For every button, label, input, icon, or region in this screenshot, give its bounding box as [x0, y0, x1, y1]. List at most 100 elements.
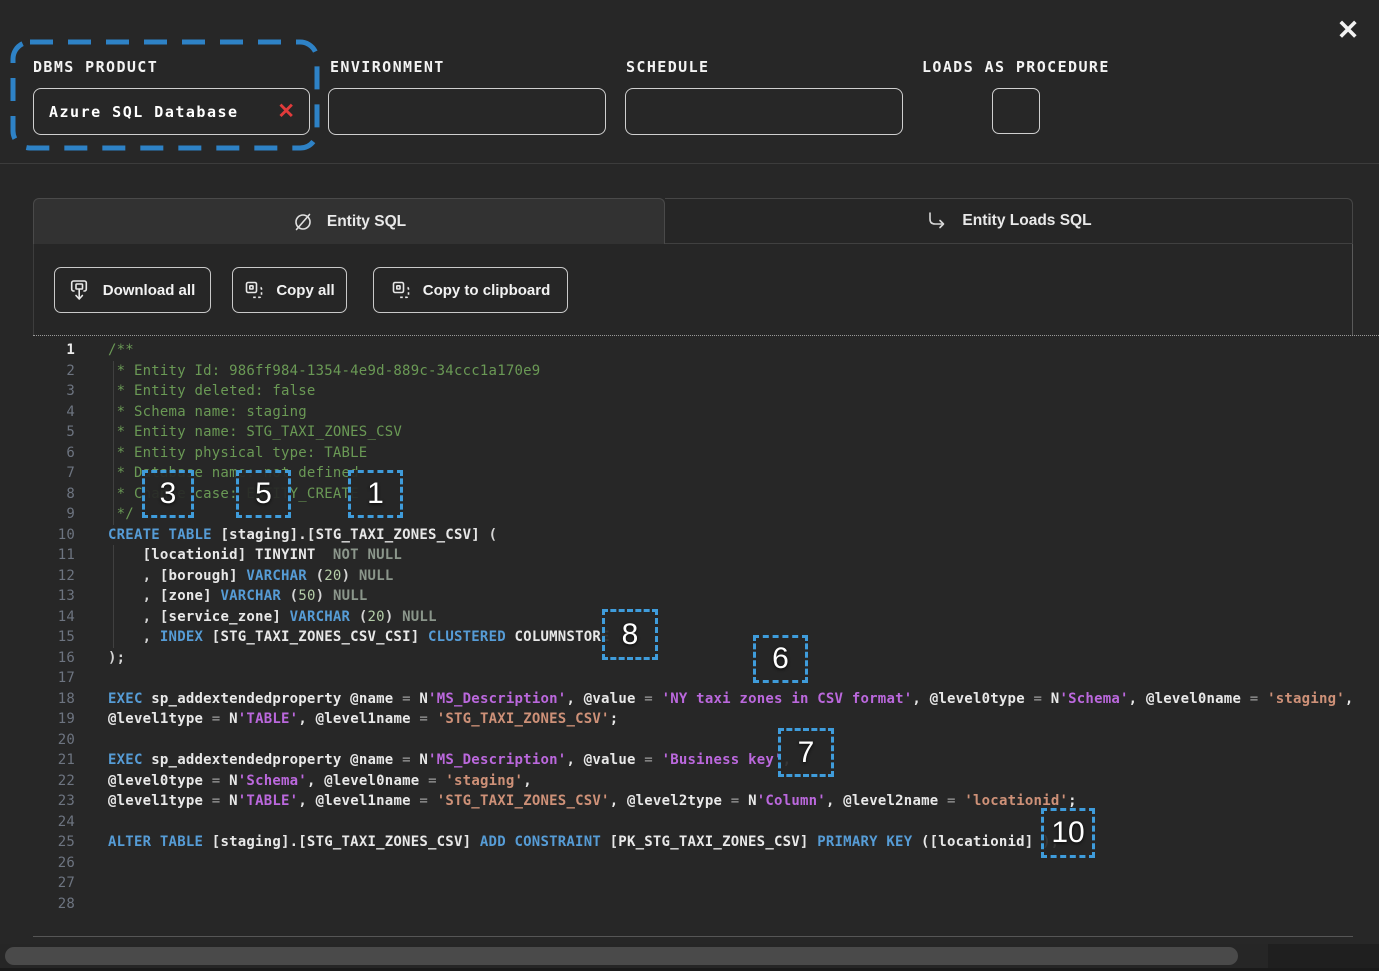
line-number: 5 — [33, 422, 75, 443]
entity-loads-sql-icon — [925, 210, 949, 232]
code-line: 4 * Schema name: staging — [33, 402, 1353, 423]
code-line: 6 * Entity physical type: TABLE — [33, 443, 1353, 464]
code-line: 16); — [33, 648, 1353, 669]
environment-field: ENVIRONMENT — [330, 58, 445, 76]
entity-sql-icon — [292, 211, 314, 233]
code-line: 17 — [33, 668, 1353, 689]
indent-guide — [113, 463, 114, 484]
clear-icon[interactable]: ✕ — [277, 101, 295, 122]
line-number: 28 — [33, 894, 75, 915]
header-divider — [0, 163, 1379, 164]
code-line: 28 — [33, 894, 1353, 915]
line-number: 22 — [33, 771, 75, 792]
download-all-label: Download all — [103, 282, 196, 299]
scrollbar-corner — [1268, 944, 1379, 968]
indent-guide — [113, 443, 114, 464]
code-line: 14 , [service_zone] VARCHAR (20) NULL — [33, 607, 1353, 628]
loads-as-procedure-field: LOADS AS PROCEDURE — [922, 58, 1110, 76]
close-icon[interactable]: ✕ — [1328, 10, 1368, 50]
code-editor[interactable]: 1/**2 * Entity Id: 986ff984-1354-4e9d-88… — [33, 336, 1353, 937]
line-number: 12 — [33, 566, 75, 587]
indent-guide — [113, 607, 114, 628]
copy-to-clipboard-label: Copy to clipboard — [423, 282, 551, 299]
code-line: 18EXEC sp_addextendedproperty @name = N'… — [33, 689, 1353, 710]
code-line: 27 — [33, 873, 1353, 894]
code-line: 5 * Entity name: STG_TAXI_ZONES_CSV — [33, 422, 1353, 443]
code-line: 10CREATE TABLE [staging].[STG_TAXI_ZONES… — [33, 525, 1353, 546]
indent-guide — [113, 361, 114, 382]
line-number: 9 — [33, 504, 75, 525]
line-number: 14 — [33, 607, 75, 628]
line-number: 18 — [33, 689, 75, 710]
line-number: 6 — [33, 443, 75, 464]
indent-guide — [113, 402, 114, 423]
code-line: 21EXEC sp_addextendedproperty @name = N'… — [33, 750, 1353, 771]
download-icon — [70, 279, 91, 302]
line-number: 10 — [33, 525, 75, 546]
code-line: 20 — [33, 730, 1353, 751]
code-line: 12 , [borough] VARCHAR (20) NULL — [33, 566, 1353, 587]
indent-guide — [113, 422, 114, 443]
indent-guide — [113, 484, 114, 505]
line-number: 4 — [33, 402, 75, 423]
editor-toolbar: Download all Copy all Copy to clipboar — [33, 244, 1353, 335]
code-line: 19@level1type = N'TABLE', @level1name = … — [33, 709, 1353, 730]
code-line: 26 — [33, 853, 1353, 874]
loads-as-procedure-label: LOADS AS PROCEDURE — [922, 58, 1110, 76]
code-line: 8 * Change case: ENTITY_CREATE — [33, 484, 1353, 505]
indent-guide — [113, 627, 114, 648]
dbms-product-input[interactable]: Azure SQL Database ✕ — [33, 88, 310, 135]
code-line: 15 , INDEX [STG_TAXI_ZONES_CSV_CSI] CLUS… — [33, 627, 1353, 648]
environment-input[interactable] — [328, 88, 606, 135]
tab-entity-sql[interactable]: Entity SQL — [33, 198, 665, 244]
line-number: 24 — [33, 812, 75, 833]
tab-entity-sql-label: Entity SQL — [327, 213, 406, 231]
copy-to-clipboard-button[interactable]: Copy to clipboard — [373, 267, 568, 313]
indent-guide — [113, 566, 114, 587]
loads-as-procedure-checkbox[interactable] — [992, 88, 1040, 134]
line-number: 3 — [33, 381, 75, 402]
code-line: 13 , [zone] VARCHAR (50) NULL — [33, 586, 1353, 607]
line-number: 13 — [33, 586, 75, 607]
code-line: 1/** — [33, 340, 1353, 361]
line-number: 27 — [33, 873, 75, 894]
indent-guide — [113, 504, 114, 525]
code-line: 11 [locationid] TINYINT NOT NULL — [33, 545, 1353, 566]
dbms-product-field: DBMS PRODUCT — [33, 58, 158, 76]
line-number: 26 — [33, 853, 75, 874]
line-number: 23 — [33, 791, 75, 812]
line-number: 20 — [33, 730, 75, 751]
copy-all-button[interactable]: Copy all — [232, 267, 347, 313]
code-line: 23@level1type = N'TABLE', @level1name = … — [33, 791, 1353, 812]
dbms-product-label: DBMS PRODUCT — [33, 58, 158, 76]
dbms-product-value: Azure SQL Database — [49, 103, 277, 121]
schedule-field: SCHEDULE — [626, 58, 709, 76]
indent-guide — [113, 545, 114, 566]
line-number: 7 — [33, 463, 75, 484]
indent-guide — [113, 586, 114, 607]
line-number: 1 — [33, 340, 75, 361]
horizontal-scrollbar-thumb[interactable] — [5, 947, 1238, 965]
download-all-button[interactable]: Download all — [54, 267, 211, 313]
line-number: 11 — [33, 545, 75, 566]
line-number: 16 — [33, 648, 75, 669]
line-number: 15 — [33, 627, 75, 648]
copy-icon — [244, 280, 264, 301]
schedule-label: SCHEDULE — [626, 58, 709, 76]
schedule-input[interactable] — [625, 88, 903, 135]
line-number: 21 — [33, 750, 75, 771]
line-number: 17 — [33, 668, 75, 689]
environment-label: ENVIRONMENT — [330, 58, 445, 76]
code-line: 22@level0type = N'Schema', @level0name =… — [33, 771, 1353, 792]
code-line: 3 * Entity deleted: false — [33, 381, 1353, 402]
indent-guide — [113, 381, 114, 402]
copy-all-label: Copy all — [276, 282, 334, 299]
code-line: 7 * Database name: not defined — [33, 463, 1353, 484]
tab-entity-loads-sql-label: Entity Loads SQL — [962, 212, 1091, 230]
code-line: 9 */ — [33, 504, 1353, 525]
code-line: 2 * Entity Id: 986ff984-1354-4e9d-889c-3… — [33, 361, 1353, 382]
tab-bar: Entity SQL Entity Loads SQL — [33, 198, 1353, 244]
sql-preview-modal: { "window": { "close_icon": "✕" }, "head… — [0, 0, 1379, 971]
line-number: 8 — [33, 484, 75, 505]
tab-entity-loads-sql[interactable]: Entity Loads SQL — [665, 198, 1353, 244]
